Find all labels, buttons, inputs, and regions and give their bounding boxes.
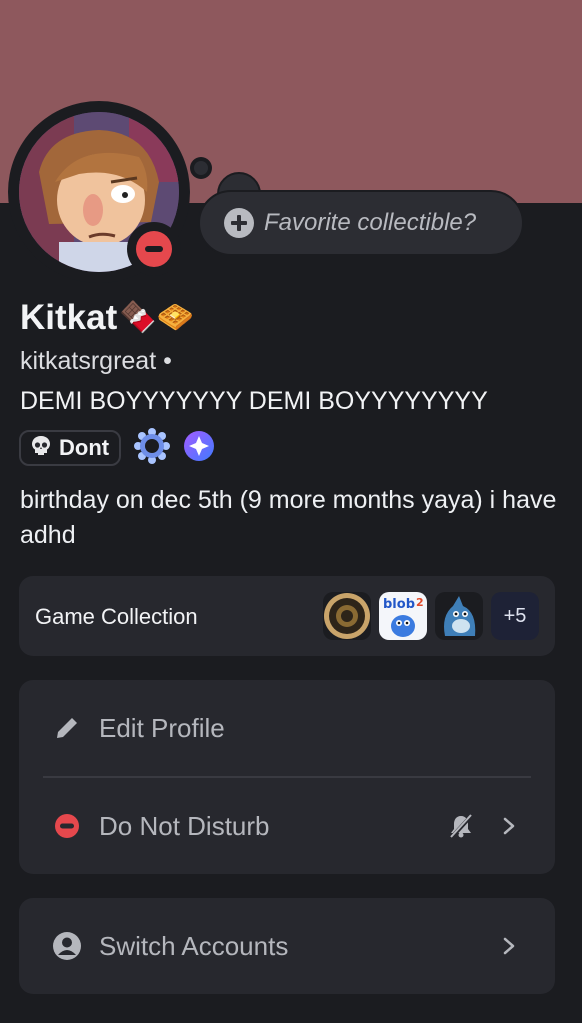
switch-accounts-row[interactable]: Switch Accounts: [19, 898, 555, 994]
plus-circle-icon: [224, 208, 254, 238]
do-not-disturb-label: Do Not Disturb: [99, 810, 270, 841]
username-separator: •: [163, 347, 172, 375]
blue-creature-game-icon: [435, 592, 483, 640]
username-row: kitkatsrgreat •: [20, 347, 172, 376]
favorite-collectible-button[interactable]: Favorite collectible?: [198, 190, 524, 256]
chevron-right-icon: [499, 936, 519, 956]
server-tag[interactable]: Dont: [19, 430, 122, 466]
dnd-status-icon: [136, 231, 172, 267]
collectible-placeholder: Favorite collectible?: [264, 209, 477, 236]
dnd-icon: [51, 810, 83, 842]
do-not-disturb-row[interactable]: Do Not Disturb: [19, 778, 555, 874]
account-actions-card: Edit Profile Do Not Disturb: [19, 680, 555, 874]
display-name-row: Kitkat 🍫🧇: [20, 298, 194, 338]
svg-text:blob: blob: [383, 597, 415, 612]
bio: birthday on dec 5th (9 more months yaya)…: [20, 486, 557, 549]
skull-icon: [29, 434, 53, 462]
pencil-icon: [51, 712, 83, 744]
game-collection-card[interactable]: Game Collection blob 2 +5: [19, 576, 555, 656]
thought-bubble-dot-small: [190, 157, 212, 179]
muted-bell-icon: [447, 812, 475, 840]
display-name-emoji: 🍫🧇: [119, 300, 194, 335]
game-collection-label: Game Collection: [35, 604, 198, 629]
coin-game-icon: [323, 592, 371, 640]
user-circle-icon: [51, 930, 83, 962]
badges-row: Dont: [19, 427, 215, 469]
game-icons: blob 2 +5: [323, 592, 539, 640]
username[interactable]: kitkatsrgreat: [20, 347, 156, 375]
switch-accounts-card: Switch Accounts: [19, 898, 555, 994]
server-tag-label: Dont: [59, 435, 110, 460]
display-name: Kitkat: [20, 298, 118, 337]
svg-text:2: 2: [416, 596, 424, 609]
more-games-count[interactable]: +5: [491, 592, 539, 640]
chevron-right-icon: [499, 816, 519, 836]
switch-accounts-label: Switch Accounts: [99, 930, 289, 961]
edit-profile-label: Edit Profile: [99, 712, 225, 743]
nitro-badge-icon[interactable]: [133, 427, 171, 469]
de-blob-2-icon: blob 2: [379, 592, 427, 640]
boost-badge-icon[interactable]: [183, 430, 215, 466]
pronouns: DEMI BOYYYYYYY DEMI BOYYYYYYYY: [20, 387, 488, 415]
edit-profile-row[interactable]: Edit Profile: [19, 680, 555, 776]
